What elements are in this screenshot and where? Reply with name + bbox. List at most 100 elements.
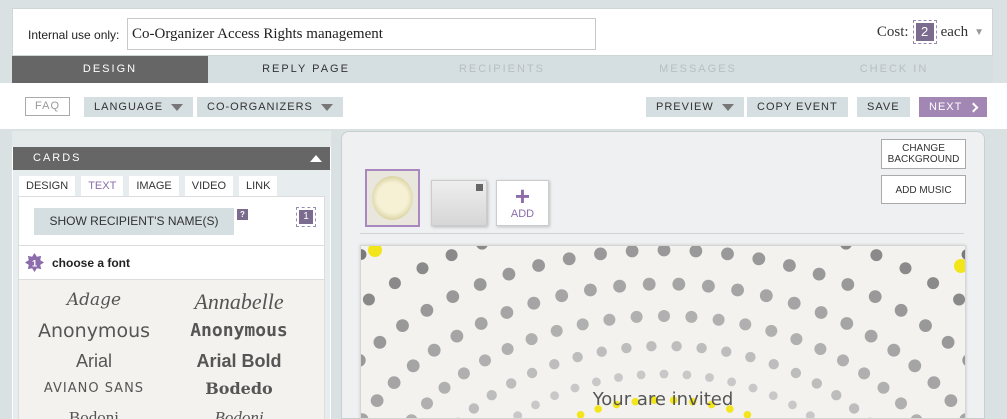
decorative-dot [858, 367, 871, 380]
decorative-dot [743, 411, 752, 418]
decorative-dot [592, 377, 601, 387]
collapse-icon[interactable] [310, 155, 322, 162]
font-option[interactable]: Bodoni [164, 408, 314, 419]
faq-label: FAQ [35, 100, 61, 112]
decorative-dot [783, 259, 796, 272]
decorative-dot [658, 310, 670, 322]
decorative-dot [910, 414, 923, 418]
plus-icon: + [514, 181, 531, 211]
count-badge: 1 [296, 207, 316, 227]
decorative-dot [790, 367, 802, 379]
decorative-dot [712, 313, 725, 326]
decorative-dot [657, 246, 671, 257]
decorative-dot [787, 296, 801, 310]
font-option[interactable]: Aviano Sans [19, 381, 169, 396]
step-star-icon: 1 [25, 253, 44, 272]
invited-text[interactable]: Your are invited [361, 389, 965, 410]
decorative-dot [682, 370, 692, 380]
font-list: Adage Annabelle Anonymous Anonymous Aria… [19, 280, 324, 419]
tab-recipients[interactable]: RECIPIENTS [404, 56, 600, 83]
tab-messages[interactable]: MESSAGES [600, 56, 796, 83]
decorative-dot [894, 303, 908, 317]
card-thumbnail[interactable] [431, 180, 487, 226]
internal-name-input[interactable] [127, 18, 596, 50]
subtab-link[interactable]: LINK [239, 176, 278, 196]
copy-event-button[interactable]: COPY EVENT [747, 97, 848, 117]
decorative-dot [919, 319, 932, 332]
faq-button[interactable]: FAQ [25, 97, 71, 116]
decorative-dot [721, 346, 732, 357]
decorative-dot [525, 333, 538, 346]
decorative-dot [457, 367, 470, 380]
cost-value: 2 [912, 20, 937, 44]
decorative-dot [450, 329, 464, 343]
change-background-button[interactable]: CHANGE BACKGROUND [881, 139, 966, 169]
decorative-dot [642, 277, 656, 291]
decorative-dot [841, 278, 855, 291]
card-preview[interactable]: Your are invited [360, 245, 966, 419]
next-label: NEXT [929, 101, 963, 113]
decorative-dot [420, 303, 434, 317]
decorative-dot [532, 259, 545, 272]
font-option[interactable]: Bodoni [19, 408, 169, 419]
font-option[interactable]: Annabelle [164, 289, 314, 315]
help-icon[interactable]: ? [237, 209, 248, 220]
decorative-dot [805, 411, 815, 418]
decorative-dot [625, 246, 639, 258]
tab-reply-page[interactable]: REPLY PAGE [208, 56, 404, 83]
decorative-dot [416, 262, 429, 275]
next-button[interactable]: NEXT [919, 97, 988, 117]
choose-font-label: choose a font [52, 255, 131, 270]
decorative-dot [473, 278, 487, 291]
coorganizers-dropdown[interactable]: CO-ORGANIZERS [197, 97, 343, 117]
decorative-dot [962, 355, 965, 366]
add-music-button[interactable]: ADD MUSIC [881, 175, 966, 204]
cards-panel: CARDS DESIGN TEXT IMAGE VIDEO LINK SHOW … [12, 131, 331, 419]
preview-dropdown[interactable]: PREVIEW [646, 97, 744, 117]
chevron-down-icon[interactable]: ▼ [974, 27, 984, 38]
cards-body: DESIGN TEXT IMAGE VIDEO LINK SHOW RECIPI… [13, 170, 330, 419]
decorative-dot [388, 277, 401, 290]
font-option[interactable]: Adage [19, 290, 169, 310]
decorative-dot [868, 290, 882, 303]
decorative-dot [576, 318, 589, 331]
design-canvas-panel: CHANGE BACKGROUND ADD MUSIC + ADD Your a… [341, 131, 985, 419]
font-option[interactable]: Arial Bold [164, 351, 314, 372]
subtab-video[interactable]: VIDEO [184, 176, 233, 196]
decorative-dot [689, 246, 703, 258]
decorative-dot [727, 377, 736, 387]
show-recipient-button[interactable]: SHOW RECIPIENT'S NAME(S) [34, 208, 234, 235]
decorative-dot [705, 373, 714, 382]
decorative-dot [603, 313, 616, 326]
decorative-dot [721, 247, 734, 261]
cards-header[interactable]: CARDS [13, 147, 330, 170]
cost-display[interactable]: Cost: 2 each ▼ [877, 20, 984, 44]
decorative-dot [812, 267, 826, 281]
decorative-dot [527, 296, 541, 310]
decorative-dot [362, 293, 375, 306]
decorative-dot [596, 346, 607, 357]
decorative-dot [646, 341, 657, 352]
cost-unit: each [940, 23, 969, 40]
decorative-dot [373, 335, 387, 349]
font-option[interactable]: Anonymous [164, 320, 314, 341]
decorative-dot [927, 376, 941, 389]
decorative-dot [941, 335, 955, 349]
step-number: 1 [32, 258, 38, 269]
subtab-text[interactable]: TEXT [81, 176, 124, 196]
subtab-design[interactable]: DESIGN [19, 176, 76, 196]
card-thumbnail-selected[interactable] [365, 169, 420, 227]
decorative-dot [584, 283, 597, 297]
font-option[interactable]: Bodedo [164, 379, 314, 398]
triangle-down-icon [721, 103, 734, 111]
subtab-image[interactable]: IMAGE [129, 176, 179, 196]
font-option[interactable]: Arial [19, 351, 169, 372]
tab-check-in[interactable]: CHECK IN [796, 56, 992, 83]
tab-design[interactable]: DESIGN [12, 56, 208, 83]
decorative-dot [672, 277, 686, 291]
decorative-dot [837, 354, 849, 367]
add-card-button[interactable]: + ADD [496, 180, 549, 226]
language-dropdown[interactable]: LANGUAGE [84, 97, 194, 117]
font-option[interactable]: Anonymous [19, 320, 169, 342]
save-button[interactable]: SAVE [857, 97, 910, 117]
